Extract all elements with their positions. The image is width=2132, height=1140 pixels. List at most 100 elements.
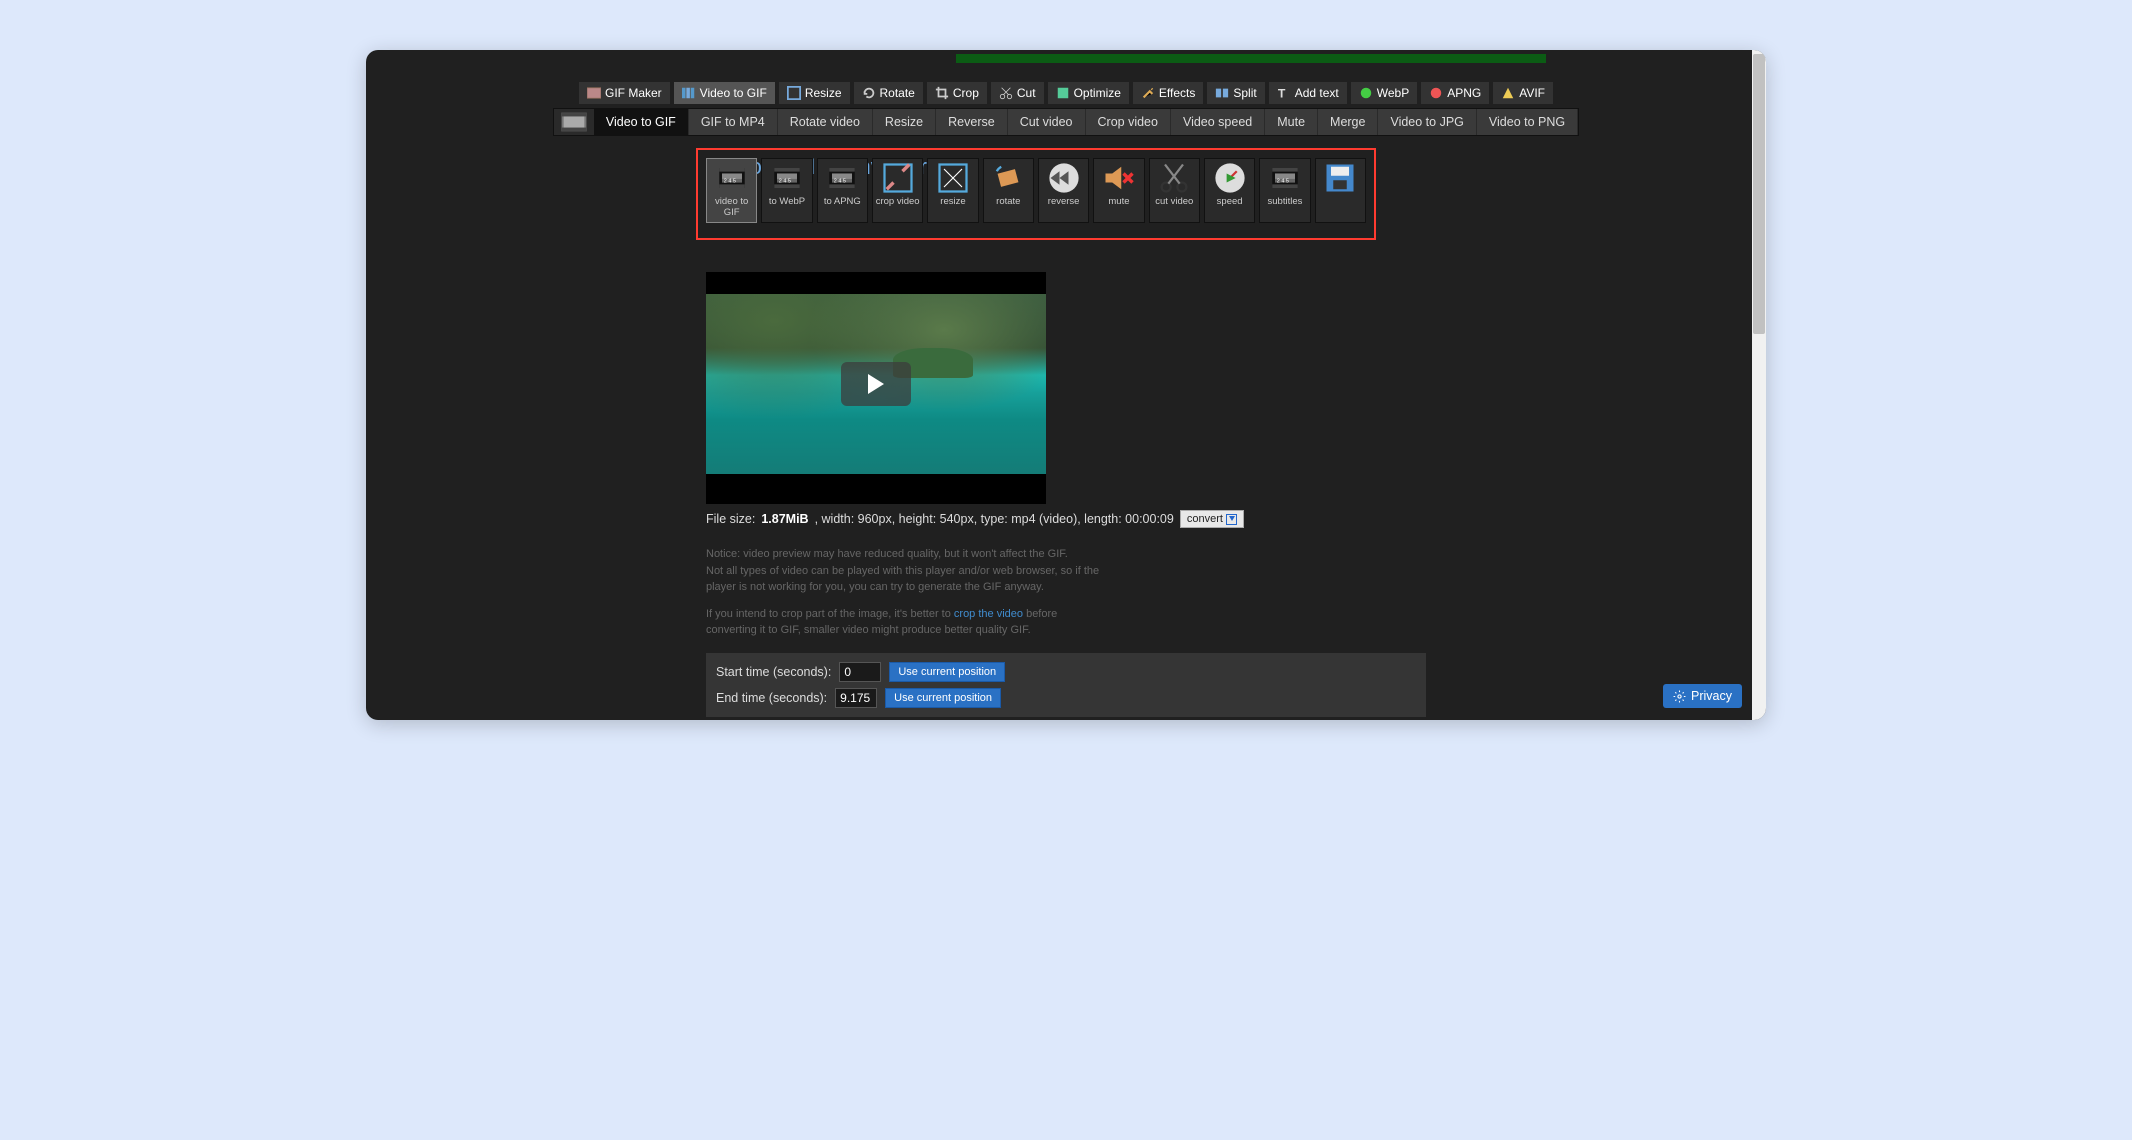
tool-toolbar: 2 4 5video to GIF2 4 5to WebP2 4 5to APN… (706, 158, 1366, 223)
nav-label: Rotate (880, 86, 915, 100)
video-thumbnail (706, 294, 1046, 474)
crop-video-icon (880, 163, 916, 193)
video-area: File size: 1.87MiB , width: 960px, heigh… (706, 272, 1426, 720)
effects-icon (1141, 86, 1155, 100)
cut-video-icon (1156, 163, 1192, 193)
tool-label: resize (940, 196, 965, 207)
tool-video-to-gif[interactable]: 2 4 5video to GIF (706, 158, 757, 223)
end-time-input[interactable] (835, 688, 877, 708)
subnav-item[interactable]: Video to GIF (594, 109, 689, 135)
subnav-item[interactable]: Merge (1318, 109, 1378, 135)
start-time-label: Start time (seconds): (716, 665, 831, 679)
subnav-item[interactable]: GIF to MP4 (689, 109, 778, 135)
nav-webp[interactable]: WebP (1351, 82, 1417, 104)
svg-text:2 4 5: 2 4 5 (723, 179, 735, 185)
tool-rotate-video[interactable]: rotate (983, 158, 1034, 223)
privacy-button[interactable]: Privacy (1663, 684, 1742, 708)
mute-video-icon (1101, 163, 1137, 193)
crop-icon (935, 86, 949, 100)
tool-save[interactable] (1315, 158, 1366, 223)
nav-label: WebP (1377, 86, 1409, 100)
convert-label: convert (1187, 513, 1223, 525)
use-position-start-button[interactable]: Use current position (889, 662, 1005, 682)
webp-icon (1359, 86, 1373, 100)
subnav-camera-icon (554, 109, 594, 135)
end-time-label: End time (seconds): (716, 691, 827, 705)
add-text-icon: T (1277, 86, 1291, 100)
subnav-item[interactable]: Video to PNG (1477, 109, 1578, 135)
nav-add-text[interactable]: TAdd text (1269, 82, 1347, 104)
download-icon (1226, 514, 1237, 525)
video-to-gif-icon (682, 86, 696, 100)
to-webp-icon: 2 4 5 (769, 163, 805, 193)
subnav-item[interactable]: Cut video (1008, 109, 1086, 135)
start-time-input[interactable] (839, 662, 881, 682)
notice-line-1: Notice: video preview may have reduced q… (706, 546, 1106, 563)
tool-to-apng[interactable]: 2 4 5to APNG (817, 158, 868, 223)
nav-label: Effects (1159, 86, 1195, 100)
subnav-item[interactable]: Mute (1265, 109, 1318, 135)
nav-label: Video to GIF (700, 86, 767, 100)
gif-maker-icon (587, 86, 601, 100)
subnav-item[interactable]: Rotate video (778, 109, 873, 135)
nav-video-to-gif[interactable]: Video to GIF (674, 82, 775, 104)
tool-speed-video[interactable]: speed (1204, 158, 1255, 223)
nav-gif-maker[interactable]: GIF Maker (579, 82, 670, 104)
content-area: GIF MakerVideo to GIFResizeRotateCropCut… (366, 50, 1766, 720)
nav-label: Resize (805, 86, 842, 100)
video-to-gif-icon: 2 4 5 (714, 163, 750, 193)
tool-label: reverse (1048, 196, 1080, 207)
crop-video-link[interactable]: crop the video (954, 608, 1023, 620)
nav-label: Optimize (1074, 86, 1121, 100)
notice-line-3a: If you intend to crop part of the image,… (706, 608, 954, 620)
tool-crop-video[interactable]: crop video (872, 158, 923, 223)
convert-button[interactable]: convert (1180, 510, 1244, 528)
nav-split[interactable]: Split (1207, 82, 1264, 104)
cut-icon (999, 86, 1013, 100)
nav-main: GIF Maker Video to GIF Resize Rotate CropCut… (579, 82, 1553, 104)
use-position-end-button[interactable]: Use current position (885, 688, 1001, 708)
scrollbar[interactable] (1752, 50, 1766, 720)
tool-label: speed (1217, 196, 1243, 207)
play-button[interactable] (841, 362, 911, 406)
tool-subtitles[interactable]: 2 4 5subtitles (1259, 158, 1310, 223)
split-icon (1215, 86, 1229, 100)
nav-resize[interactable]: Resize (779, 82, 850, 104)
video-preview[interactable] (706, 272, 1046, 504)
svg-text:2 4 5: 2 4 5 (779, 179, 791, 185)
nav-label: Split (1233, 86, 1256, 100)
nav-optimize[interactable]: Optimize (1048, 82, 1129, 104)
to-apng-icon: 2 4 5 (824, 163, 860, 193)
subnav-item[interactable]: Crop video (1086, 109, 1171, 135)
nav-rotate[interactable]: Rotate (854, 82, 923, 104)
save-icon (1322, 163, 1358, 193)
video-letterbox-bottom (706, 474, 1046, 504)
browser-frame: GIF MakerVideo to GIFResizeRotateCropCut… (366, 50, 1766, 720)
rotate-icon (862, 86, 876, 100)
tool-to-webp[interactable]: 2 4 5to WebP (761, 158, 812, 223)
subnav-item[interactable]: Reverse (936, 109, 1008, 135)
nav-effects[interactable]: Effects (1133, 82, 1203, 104)
tool-label: cut video (1155, 196, 1193, 207)
tool-label: mute (1108, 196, 1129, 207)
notice-block: Notice: video preview may have reduced q… (706, 546, 1106, 639)
tool-cut-video[interactable]: cut video (1149, 158, 1200, 223)
subnav-item[interactable]: Video to JPG (1378, 109, 1476, 135)
nav-avif[interactable]: AVIF (1493, 82, 1553, 104)
speed-video-icon (1212, 163, 1248, 193)
tool-mute-video[interactable]: mute (1093, 158, 1144, 223)
nav-label: APNG (1447, 86, 1481, 100)
scrollbar-thumb[interactable] (1753, 54, 1765, 334)
nav-cut[interactable]: Cut (991, 82, 1044, 104)
tool-reverse-video[interactable]: reverse (1038, 158, 1089, 223)
sub-nav: Video to GIFGIF to MP4Rotate videoResize… (553, 108, 1579, 136)
svg-text:T: T (1278, 86, 1286, 100)
nav-crop[interactable]: Crop (927, 82, 987, 104)
tool-resize-video[interactable]: resize (927, 158, 978, 223)
ad-banner-bar (956, 54, 1546, 63)
subnav-item[interactable]: Video speed (1171, 109, 1265, 135)
nav-apng[interactable]: APNG (1421, 82, 1489, 104)
reverse-video-icon (1046, 163, 1082, 193)
privacy-label: Privacy (1691, 689, 1732, 703)
subnav-item[interactable]: Resize (873, 109, 936, 135)
